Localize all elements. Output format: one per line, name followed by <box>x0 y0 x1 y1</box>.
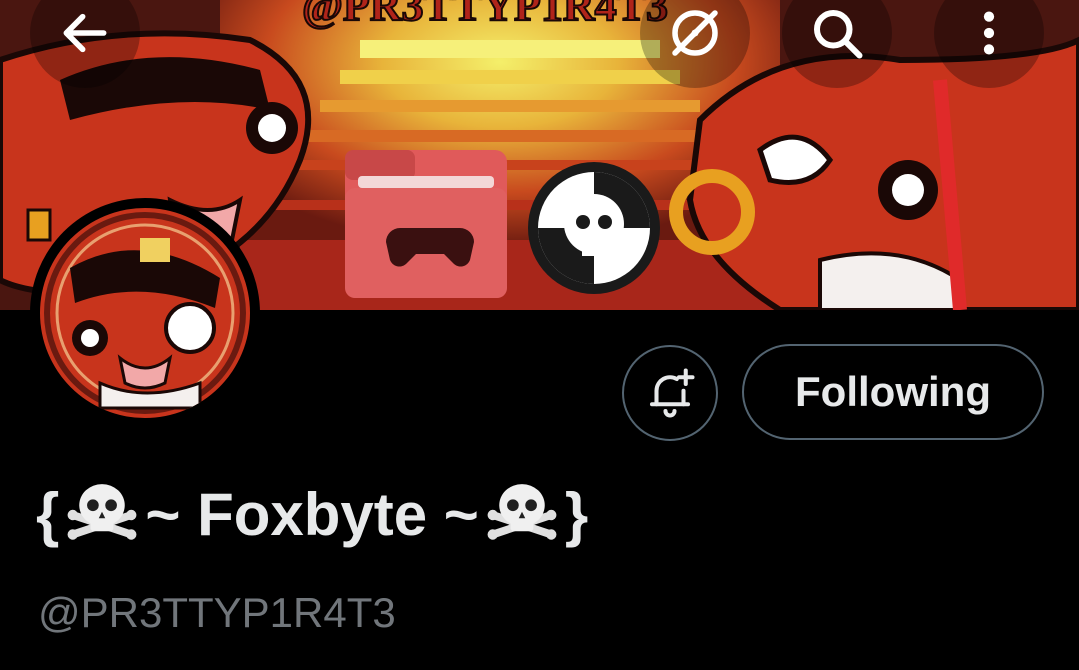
user-handle: @PR3TTYP1R4T3 <box>38 589 396 636</box>
search-icon <box>814 10 863 59</box>
display-name-prefix: { <box>36 481 60 548</box>
bell-plus-icon <box>649 368 695 418</box>
notifications-button[interactable] <box>622 345 718 441</box>
display-name-text: ~ Foxbyte ~ <box>145 481 479 548</box>
banner-text: @PR3TTYP1R4T3 <box>302 0 668 30</box>
skull-and-crossbones-icon <box>67 484 137 540</box>
profile-avatar[interactable] <box>30 198 260 428</box>
skull-and-crossbones-icon <box>487 484 557 540</box>
following-label: Following <box>795 368 991 415</box>
compass-off-icon <box>672 10 718 56</box>
avatar-image <box>40 208 250 418</box>
display-name-suffix: } <box>564 481 589 548</box>
arrow-left-icon <box>63 13 107 53</box>
more-vertical-icon <box>983 11 995 55</box>
following-button[interactable]: Following <box>742 344 1044 440</box>
display-name: { ~ Foxbyte ~ } <box>36 470 588 560</box>
